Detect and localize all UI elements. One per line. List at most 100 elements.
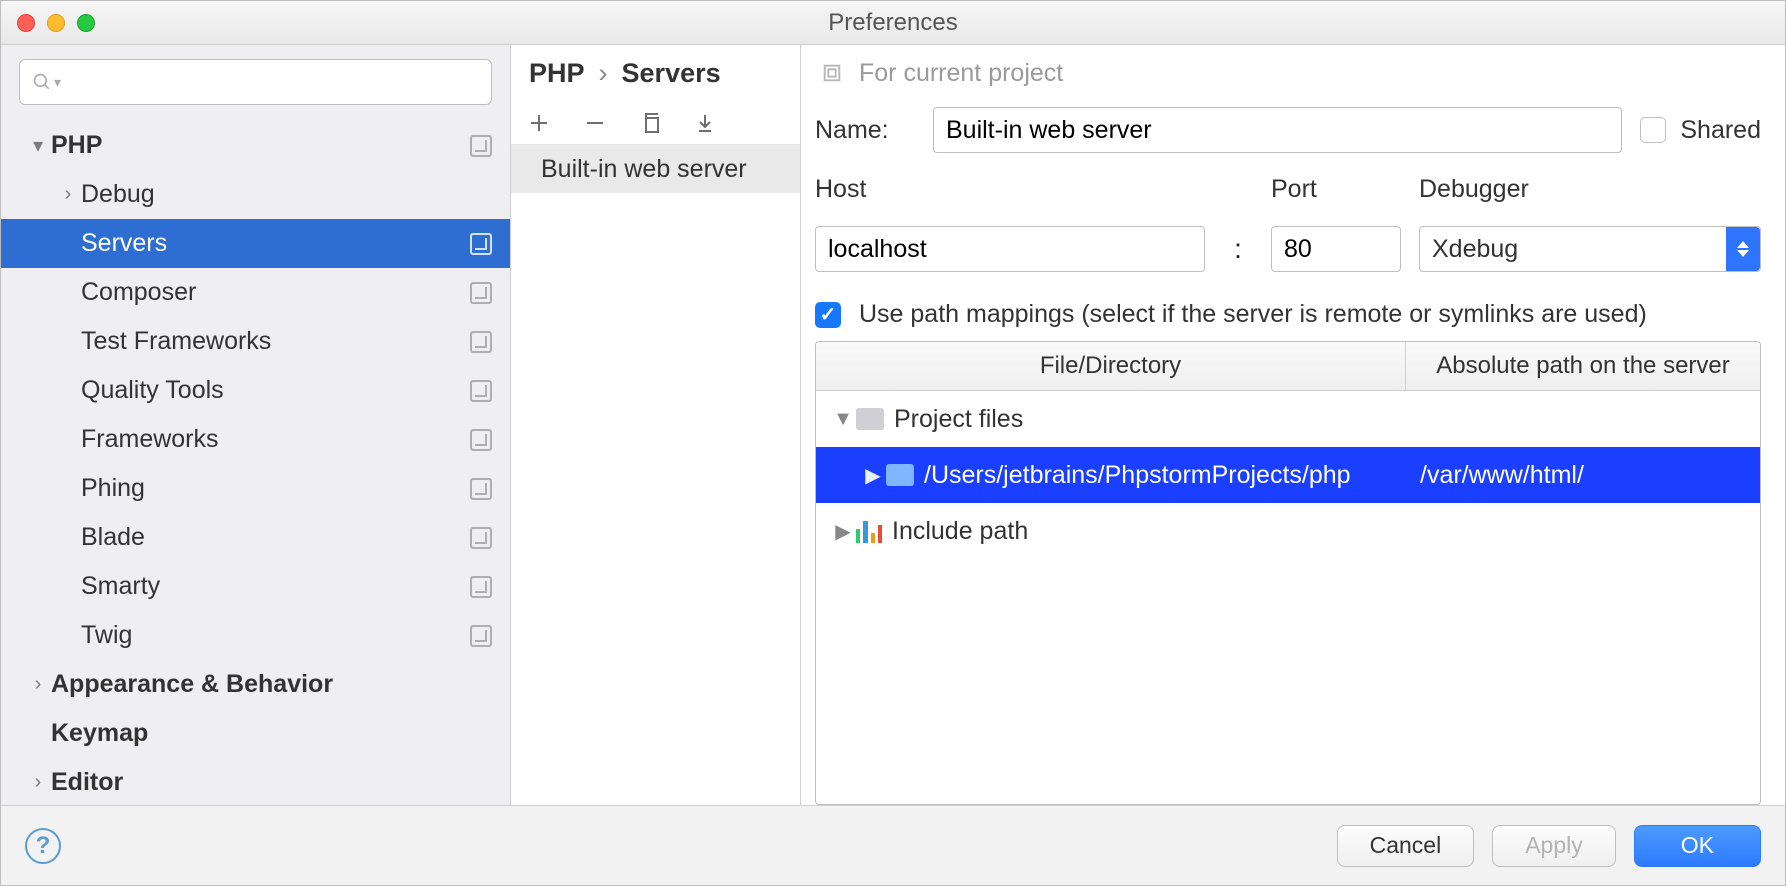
server-list-item-label: Built-in web server: [541, 155, 747, 184]
sidebar-item-label: Frameworks: [81, 425, 470, 454]
breadcrumb-leaf: Servers: [622, 58, 721, 89]
path-mapping-body: ▼ Project files ▶ /Users/jetbrains/Phpstorm…: [816, 391, 1760, 804]
server-name-field[interactable]: [933, 107, 1622, 153]
scope-banner-label: For current project: [859, 59, 1063, 88]
debugger-select-value: Xdebug: [1432, 235, 1518, 264]
path-cell-label: Include path: [892, 517, 1028, 546]
chevron-right-icon: ›: [599, 58, 608, 89]
sidebar-item-label: Phing: [81, 474, 470, 503]
sidebar-item-blade[interactable]: ›Blade: [1, 513, 510, 562]
sidebar-item-quality-tools[interactable]: ›Quality Tools: [1, 366, 510, 415]
sidebar-item-appearance-behavior[interactable]: ›Appearance & Behavior: [1, 660, 510, 709]
path-mapping-table: File/Directory Absolute path on the serv…: [815, 341, 1761, 805]
sidebar-item-servers[interactable]: ›Servers: [1, 219, 510, 268]
use-path-mappings-checkbox[interactable]: [815, 302, 841, 328]
sidebar-item-label: Debug: [81, 180, 492, 209]
folder-icon: [856, 408, 884, 430]
table-row[interactable]: ▼ Project files: [816, 391, 1760, 447]
table-row[interactable]: ▶ /Users/jetbrains/PhpstormProjects/php/v…: [816, 447, 1760, 503]
sidebar-item-test-frameworks[interactable]: ›Test Frameworks: [1, 317, 510, 366]
chevron-updown-icon: [1726, 227, 1760, 271]
host-field[interactable]: [815, 226, 1205, 272]
sidebar-item-frameworks[interactable]: ›Frameworks: [1, 415, 510, 464]
titlebar: Preferences: [1, 1, 1785, 45]
server-details-panel: For current project Name: Shared Host Po…: [801, 45, 1785, 805]
servers-list-panel: PHP › Servers Built-in web server: [511, 45, 801, 805]
server-path-cell: /var/www/html/: [1420, 461, 1584, 490]
project-scope-icon: [470, 576, 492, 598]
sidebar-item-label: Keymap: [51, 719, 492, 748]
port-label: Port: [1271, 175, 1401, 204]
column-header-file[interactable]: File/Directory: [816, 342, 1406, 390]
search-input[interactable]: ▾: [19, 59, 492, 105]
dropdown-caret-icon: ▾: [54, 74, 61, 91]
search-icon: [32, 72, 52, 92]
server-list-item[interactable]: Built-in web server: [511, 145, 800, 193]
scope-banner: For current project: [801, 45, 1785, 101]
port-field[interactable]: [1271, 226, 1401, 272]
sidebar-item-label: Smarty: [81, 572, 470, 601]
servers-toolbar: [511, 101, 800, 145]
chevron-right-icon: ›: [55, 183, 81, 206]
apply-button[interactable]: Apply: [1492, 825, 1616, 867]
project-scope-icon: [470, 527, 492, 549]
help-button[interactable]: ?: [25, 828, 61, 864]
sidebar-item-label: Servers: [81, 229, 470, 258]
sidebar-item-keymap[interactable]: ›Keymap: [1, 709, 510, 758]
breadcrumb: PHP › Servers: [511, 45, 800, 101]
debugger-select[interactable]: Xdebug: [1419, 226, 1761, 272]
host-label: Host: [815, 175, 1205, 204]
project-scope-icon: [470, 135, 492, 157]
table-row[interactable]: ▶ Include path: [816, 503, 1760, 559]
shared-checkbox[interactable]: [1640, 117, 1666, 143]
use-path-mappings-label: Use path mappings (select if the server …: [859, 300, 1647, 329]
sidebar-item-label: Blade: [81, 523, 470, 552]
folder-icon: [886, 464, 914, 486]
sidebar-item-php[interactable]: ▾PHP: [1, 121, 510, 170]
cancel-button[interactable]: Cancel: [1337, 825, 1475, 867]
sidebar-item-smarty[interactable]: ›Smarty: [1, 562, 510, 611]
add-server-button[interactable]: [525, 109, 553, 137]
host-port-separator: :: [1223, 233, 1253, 265]
project-scope-icon: [470, 478, 492, 500]
copy-server-button[interactable]: [637, 109, 665, 137]
sidebar-item-label: Test Frameworks: [81, 327, 470, 356]
sidebar-item-label: Twig: [81, 621, 470, 650]
chevron-down-icon: ▼: [830, 408, 856, 431]
library-icon: [856, 519, 882, 543]
sidebar-item-editor[interactable]: ›Editor: [1, 758, 510, 805]
sidebar-item-phing[interactable]: ›Phing: [1, 464, 510, 513]
chevron-right-icon: ›: [25, 771, 51, 794]
preferences-sidebar: ▾ ▾PHP›Debug›Servers›Composer›Test Frame…: [1, 45, 511, 805]
project-scope-icon: [821, 62, 843, 84]
chevron-right-icon: ▶: [830, 519, 856, 544]
sidebar-item-label: PHP: [51, 131, 470, 160]
ok-button[interactable]: OK: [1634, 825, 1761, 867]
project-scope-icon: [470, 233, 492, 255]
chevron-right-icon: ›: [25, 673, 51, 696]
preferences-window: Preferences ▾ ▾PHP›Debug›Servers›Compose…: [0, 0, 1786, 886]
project-scope-icon: [470, 380, 492, 402]
shared-label: Shared: [1680, 116, 1761, 145]
sidebar-item-label: Composer: [81, 278, 470, 307]
servers-list: Built-in web server: [511, 145, 800, 805]
sidebar-item-label: Appearance & Behavior: [51, 670, 492, 699]
chevron-right-icon: ▶: [860, 463, 886, 488]
path-cell-label: Project files: [894, 405, 1023, 434]
path-cell-label: /Users/jetbrains/PhpstormProjects/php: [924, 461, 1351, 490]
debugger-label: Debugger: [1419, 175, 1761, 204]
remove-server-button[interactable]: [581, 109, 609, 137]
import-server-button[interactable]: [693, 109, 721, 137]
sidebar-item-label: Quality Tools: [81, 376, 470, 405]
dialog-footer: ? Cancel Apply OK: [1, 805, 1785, 885]
sidebar-item-twig[interactable]: ›Twig: [1, 611, 510, 660]
sidebar-item-debug[interactable]: ›Debug: [1, 170, 510, 219]
name-label: Name:: [815, 116, 915, 145]
sidebar-item-composer[interactable]: ›Composer: [1, 268, 510, 317]
breadcrumb-root[interactable]: PHP: [529, 58, 585, 89]
project-scope-icon: [470, 331, 492, 353]
chevron-down-icon: ▾: [25, 133, 51, 158]
project-scope-icon: [470, 625, 492, 647]
column-header-server-path[interactable]: Absolute path on the server: [1406, 342, 1760, 390]
sidebar-item-label: Editor: [51, 768, 492, 797]
